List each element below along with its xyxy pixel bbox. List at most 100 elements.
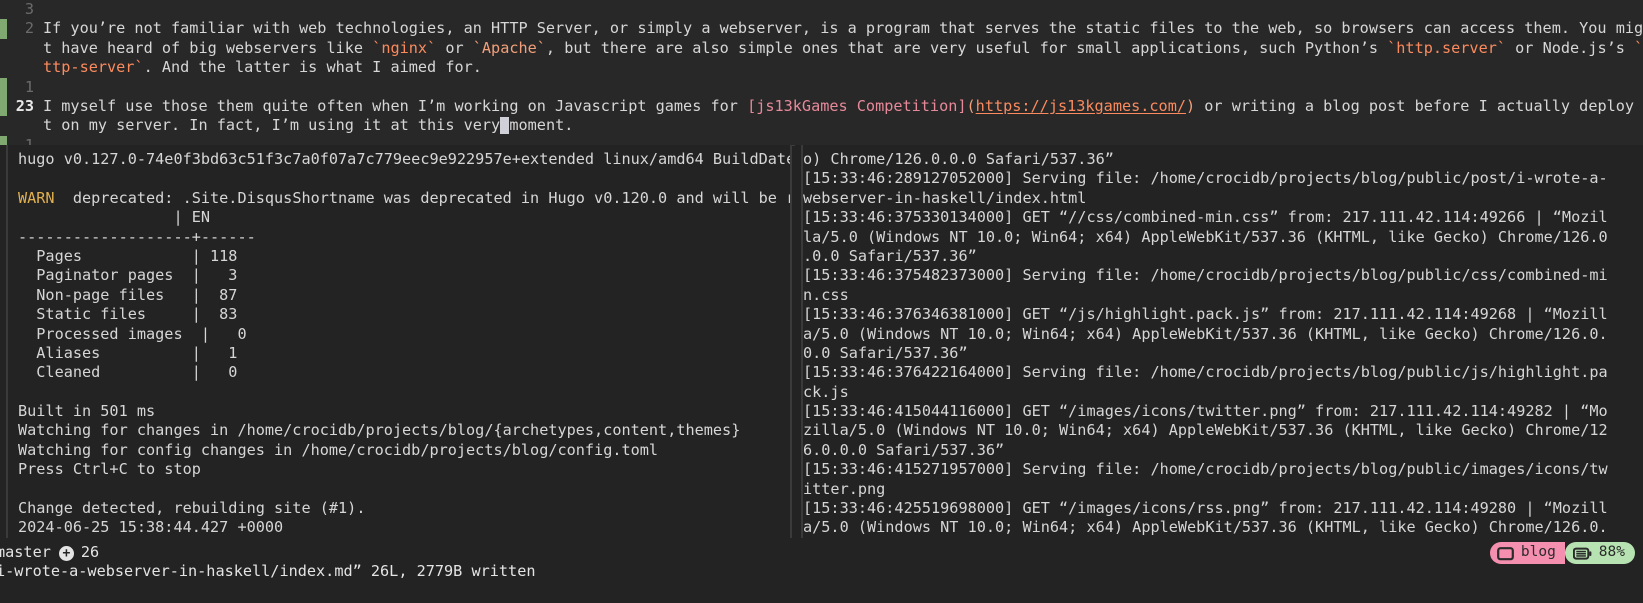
log-line: [15:33:46:289127052000] Serving file: /h… bbox=[803, 169, 1608, 188]
vim-message-line: i-wrote-a-webserver-in-haskell/index.md”… bbox=[0, 562, 536, 580]
text-span: or writing a blog post before I actually… bbox=[1195, 96, 1643, 115]
gutter-blank bbox=[0, 0, 7, 19]
log-line: [15:33:46:425519698000] GET “/images/ico… bbox=[803, 499, 1608, 518]
git-added-sign-icon bbox=[0, 77, 7, 97]
log-line: ck.js bbox=[803, 382, 849, 401]
text-span: ( bbox=[966, 96, 976, 115]
text-span: t on my server. In fact, I’m using it at… bbox=[43, 116, 501, 135]
text-span: t have heard of big webservers like bbox=[43, 38, 373, 57]
line-number: 1 bbox=[24, 77, 34, 96]
text-span: `Apache` bbox=[472, 38, 546, 57]
warn-message: deprecated: .Site.DisqusShortname was de… bbox=[54, 188, 790, 207]
editor-line[interactable]: 2 If you’re not familiar with web technol… bbox=[0, 19, 1643, 39]
log-line: n.css bbox=[803, 285, 849, 304]
warn-label: WARN bbox=[18, 188, 55, 207]
terminal-line: Change detected, rebuilding site (#1). bbox=[18, 499, 366, 518]
terminal-line: Press Ctrl+C to stop bbox=[18, 460, 201, 479]
text-span: moment. bbox=[509, 116, 574, 135]
terminal-line: WARN deprecated: .Site.DisqusShortname w… bbox=[0, 189, 790, 208]
editor-line[interactable]: 1 bbox=[0, 77, 1643, 97]
line-number bbox=[7, 58, 43, 77]
terminal-screen: 3 2 If you’re not familiar with web techno… bbox=[0, 0, 1643, 603]
vim-editor-pane[interactable]: 3 2 If you’re not familiar with web techno… bbox=[0, 0, 1643, 145]
terminal-line: Cleaned | 0 bbox=[18, 363, 238, 382]
editor-line[interactable]: t on my server. In fact, I’m using it at… bbox=[0, 116, 1643, 135]
status-right-group: blog 88% bbox=[1489, 542, 1643, 564]
git-branch-label: master bbox=[0, 543, 51, 562]
text-span: , but there are also simple ones that ar… bbox=[545, 38, 1388, 57]
text-span: or Node.js’s bbox=[1506, 38, 1635, 57]
terminal-panes: hugo v0.127.0-74e0f3bd63c51f3c7a0f07a7c7… bbox=[0, 145, 1643, 538]
git-changes-count: 26 bbox=[80, 543, 100, 562]
terminal-line: Built in 501 ms bbox=[18, 402, 156, 421]
text-span[interactable]: https://js13kgames.com/ bbox=[976, 97, 1186, 115]
battery-icon[interactable] bbox=[1564, 542, 1596, 564]
text-span: If you’re not familiar with web technolo… bbox=[43, 19, 1643, 38]
text-span: [js13kGames Competition] bbox=[747, 96, 967, 115]
editor-line-text: t on my server. In fact, I’m using it at… bbox=[43, 116, 573, 135]
text-span: I myself use those them quite often when… bbox=[43, 96, 748, 115]
terminal-line: Non-page files | 87 bbox=[18, 285, 238, 304]
editor-line[interactable]: 23 I myself use those them quite often wh… bbox=[0, 96, 1643, 117]
terminal-line: Pages | 118 bbox=[18, 246, 238, 265]
editor-line-text: If you’re not familiar with web technolo… bbox=[43, 19, 1643, 38]
log-line: o) Chrome/126.0.0.0 Safari/537.36” bbox=[803, 150, 1114, 168]
hugo-server-pane[interactable]: hugo v0.127.0-74e0f3bd63c51f3c7a0f07a7c7… bbox=[0, 145, 790, 538]
text-span: ttp-server` bbox=[43, 58, 144, 77]
terminal-line: Watching for config changes in /home/cro… bbox=[18, 440, 659, 459]
text-span: ) bbox=[1185, 96, 1196, 115]
battery-level-label[interactable]: 88% bbox=[1595, 542, 1635, 564]
line-number: 1 bbox=[24, 135, 34, 145]
editor-line[interactable]: t have heard of big webservers like `ngi… bbox=[0, 39, 1643, 58]
terminal-line: Paginator pages | 3 bbox=[18, 266, 238, 285]
log-line: a/5.0 (Windows NT 10.0; Win64; x64) Appl… bbox=[803, 324, 1608, 343]
log-line: [15:33:46:415271957000] Serving file: /h… bbox=[803, 460, 1608, 479]
session-name-label[interactable]: blog bbox=[1518, 542, 1565, 564]
webserver-log-pane[interactable]: o) Chrome/126.0.0.0 Safari/537.36” [15:33… bbox=[795, 145, 1643, 538]
log-line: webserver-in-haskell/index.html bbox=[803, 188, 1087, 207]
pane-vertical-divider bbox=[790, 145, 792, 538]
text-span: `h bbox=[1634, 38, 1643, 57]
log-line: [15:33:46:376422164000] Serving file: /h… bbox=[803, 363, 1608, 382]
log-line: 6.0.0.0 Safari/537.36” bbox=[803, 440, 1005, 459]
text-cursor bbox=[500, 116, 510, 134]
line-number: 23 bbox=[15, 96, 34, 115]
line-number: 2 bbox=[24, 19, 34, 38]
gutter-blank bbox=[0, 116, 7, 135]
editor-line[interactable]: ttp-server`. And the latter is what I ai… bbox=[0, 58, 1643, 77]
log-pane-border bbox=[801, 145, 803, 538]
hugo-output: hugo v0.127.0-74e0f3bd63c51f3c7a0f07a7c7… bbox=[0, 150, 790, 538]
terminal-line: 2024-06-25 15:38:44.427 +0000 bbox=[18, 518, 284, 537]
terminal-line: -------------------+------ bbox=[18, 227, 256, 246]
text-span: `http.server` bbox=[1387, 38, 1507, 57]
terminal-line: Static files | 83 bbox=[18, 305, 238, 324]
log-line: [15:33:46:375482373000] Serving file: /h… bbox=[803, 266, 1608, 285]
editor-line-text: I myself use those them quite often when… bbox=[43, 97, 1643, 116]
git-status-group: master + 26 bbox=[0, 543, 99, 562]
git-added-sign-icon bbox=[0, 96, 7, 117]
editor-line-text: t have heard of big webservers like `ngi… bbox=[43, 39, 1643, 58]
text-span: `nginx` bbox=[372, 38, 437, 57]
log-line: la/5.0 (Windows NT 10.0; Win64; x64) App… bbox=[803, 227, 1608, 246]
editor-line[interactable]: 1 bbox=[0, 135, 1643, 145]
git-added-sign-icon bbox=[0, 135, 7, 145]
log-line: a/5.0 (Windows NT 10.0; Win64; x64) Appl… bbox=[803, 518, 1608, 537]
hugo-pane-border bbox=[6, 145, 8, 538]
log-line: zilla/5.0 (Windows NT 10.0; Win64; x64) … bbox=[803, 421, 1608, 440]
terminal-line: Watching for changes in /home/crocidb/pr… bbox=[18, 421, 741, 440]
git-added-sign-icon bbox=[0, 19, 7, 39]
text-span: . And the latter is what I aimed for. bbox=[143, 58, 482, 77]
log-line: itter.png bbox=[803, 479, 886, 498]
editor-line[interactable]: 3 bbox=[0, 0, 1643, 19]
line-number: 3 bbox=[24, 0, 34, 18]
window-icon[interactable] bbox=[1489, 542, 1519, 564]
terminal-line: Processed images | 0 bbox=[18, 324, 247, 343]
terminal-line: hugo v0.127.0-74e0f3bd63c51f3c7a0f07a7c7… bbox=[18, 150, 790, 168]
terminal-line: Aliases | 1 bbox=[18, 343, 238, 362]
editor-line-text: ttp-server`. And the latter is what I ai… bbox=[43, 58, 482, 77]
plus-circle-icon: + bbox=[58, 545, 74, 561]
log-line: [15:33:46:376346381000] GET “/js/highlig… bbox=[803, 305, 1608, 324]
